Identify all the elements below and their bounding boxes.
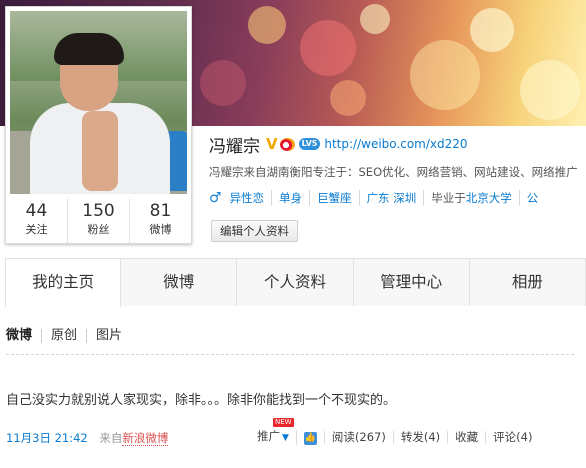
repost-button[interactable]: 转发(4) bbox=[392, 431, 447, 444]
tag-province[interactable]: 广东 bbox=[367, 191, 390, 205]
filter-images[interactable]: 图片 bbox=[86, 329, 131, 343]
avatar[interactable] bbox=[10, 11, 187, 194]
tag-extra[interactable]: 公 bbox=[518, 190, 546, 206]
tab-album[interactable]: 相册 bbox=[469, 259, 586, 306]
divider bbox=[6, 354, 574, 355]
user-name: 冯耀宗 bbox=[209, 136, 260, 157]
profile-stats: 44 关注 150 粉丝 81 微博 bbox=[6, 199, 191, 243]
cover-light bbox=[300, 20, 356, 76]
school-prefix: 毕业于 bbox=[431, 191, 466, 205]
stat-label: 关注 bbox=[25, 223, 48, 236]
stat-number: 44 bbox=[25, 201, 48, 221]
source-prefix: 来自 bbox=[99, 431, 123, 445]
tag-orientation[interactable]: 异性恋 bbox=[226, 190, 272, 206]
user-bio: 冯耀宗来自湖南衡阳专注于：SEO优化、网络营销、网站建设、网络推广 bbox=[209, 165, 578, 179]
feed-filter: 微博 原创 图片 bbox=[6, 329, 131, 343]
cover-light bbox=[330, 80, 366, 116]
tab-manage-center[interactable]: 管理中心 bbox=[353, 259, 470, 306]
stat-following[interactable]: 44 关注 bbox=[6, 199, 68, 243]
post-source-link[interactable]: 新浪微博 bbox=[122, 431, 169, 446]
name-row: 冯耀宗 V LV5 http://weibo.com/xd220 bbox=[209, 132, 468, 157]
cover-light bbox=[200, 60, 246, 106]
male-gender-icon: ♂ bbox=[209, 190, 222, 206]
tab-weibo[interactable]: 微博 bbox=[121, 259, 238, 306]
promote-label: 推广 bbox=[257, 429, 280, 443]
tab-my-home[interactable]: 我的主页 bbox=[5, 259, 122, 307]
filter-all[interactable]: 微博 bbox=[6, 329, 41, 343]
tag-city[interactable]: 深圳 bbox=[393, 191, 416, 205]
new-badge: NEW bbox=[273, 418, 294, 427]
tab-profile-info[interactable]: 个人资料 bbox=[237, 259, 354, 306]
profile-card: 44 关注 150 粉丝 81 微博 bbox=[5, 6, 192, 244]
weibo-logo-icon[interactable] bbox=[279, 137, 295, 151]
tag-school: 毕业于北京大学 bbox=[423, 190, 519, 206]
read-count: 阅读(267) bbox=[323, 431, 393, 444]
stat-followers[interactable]: 150 粉丝 bbox=[68, 199, 130, 243]
profile-tags: ♂ 异性恋 单身 巨蟹座 广东 深圳 毕业于北京大学 公 bbox=[209, 190, 545, 206]
school-link[interactable]: 北京大学 bbox=[466, 191, 512, 205]
post-time[interactable]: 11月3日 21:42 bbox=[6, 431, 88, 445]
tag-relationship[interactable]: 单身 bbox=[271, 190, 309, 206]
stat-number: 150 bbox=[82, 201, 115, 221]
post-meta: 11月3日 21:42 来自新浪微博 bbox=[6, 430, 169, 446]
cover-light bbox=[520, 60, 580, 120]
stat-posts[interactable]: 81 微博 bbox=[130, 199, 191, 243]
level-badge[interactable]: LV5 bbox=[298, 138, 321, 150]
edit-profile-button[interactable]: 编辑个人资料 bbox=[211, 220, 298, 242]
profile-url-link[interactable]: http://weibo.com/xd220 bbox=[324, 137, 467, 151]
stat-label: 粉丝 bbox=[87, 223, 110, 236]
avatar-hair bbox=[54, 33, 124, 65]
like-button[interactable]: 👍 bbox=[295, 430, 324, 445]
cover-light bbox=[360, 4, 390, 34]
thumbs-up-icon: 👍 bbox=[303, 432, 317, 445]
promote-button[interactable]: NEW 推广 ▼ bbox=[257, 418, 296, 445]
tag-zodiac[interactable]: 巨蟹座 bbox=[309, 190, 359, 206]
tag-location: 广东 深圳 bbox=[358, 190, 424, 206]
avatar-chest bbox=[82, 111, 118, 191]
favorite-button[interactable]: 收藏 bbox=[447, 431, 485, 444]
comment-button[interactable]: 评论(4) bbox=[485, 431, 539, 444]
stat-number: 81 bbox=[149, 201, 172, 221]
chevron-down-icon: ▼ bbox=[282, 433, 289, 443]
profile-tabs: 我的主页 微博 个人资料 管理中心 相册 bbox=[5, 258, 586, 307]
post-text: 自己没实力就别说人家现实，除非。。。除非你能找到一个不现实的。 bbox=[6, 393, 397, 408]
cover-light bbox=[410, 40, 480, 110]
filter-original[interactable]: 原创 bbox=[41, 329, 86, 343]
cover-light bbox=[470, 8, 514, 52]
post-actions: NEW 推广 ▼ 👍 阅读(267) 转发(4) 收藏 评论(4) bbox=[257, 418, 539, 445]
verified-icon[interactable]: V bbox=[266, 135, 278, 153]
cover-light bbox=[248, 6, 286, 44]
stat-label: 微博 bbox=[149, 223, 172, 236]
